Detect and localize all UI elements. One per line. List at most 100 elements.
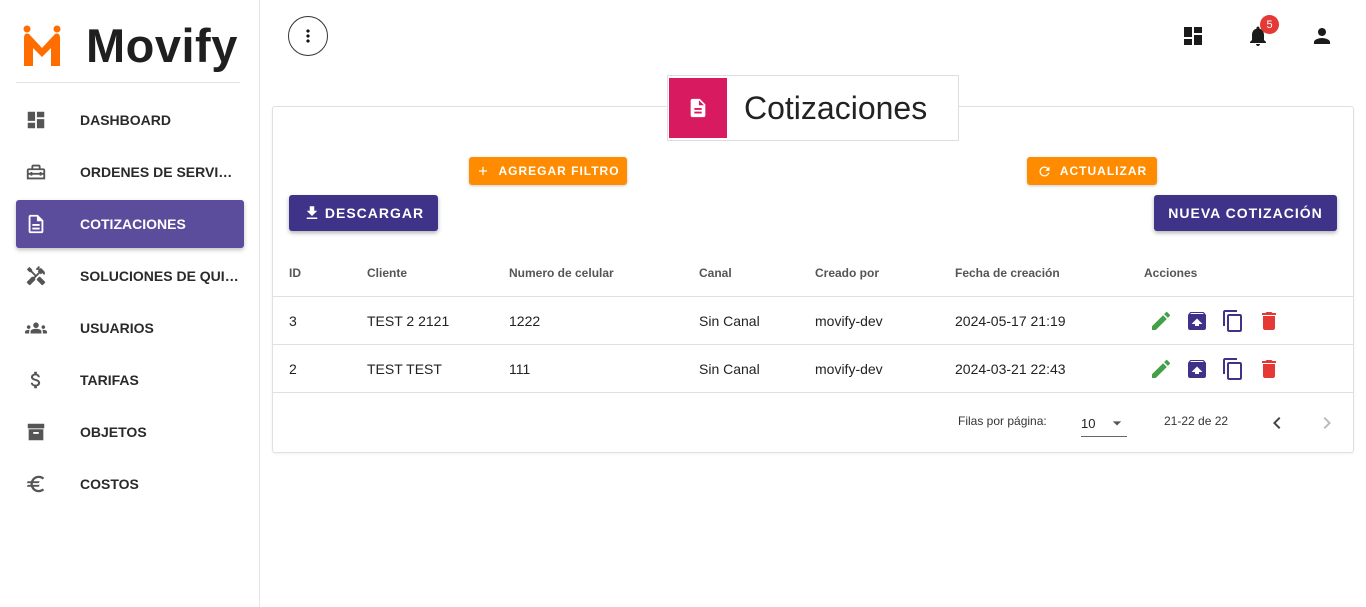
person-icon <box>1314 28 1330 44</box>
column-header: Acciones <box>1144 265 1198 280</box>
sidebar-nav: DASHBOARD ORDENES DE SERVICIO COTIZACION… <box>16 96 244 512</box>
edit-button[interactable] <box>1149 357 1173 381</box>
new-quote-button[interactable]: NUEVA COTIZACIÓN <box>1154 195 1337 231</box>
archive-icon <box>24 420 48 444</box>
euro-icon <box>24 472 48 496</box>
cell-celular: 111 <box>509 360 531 377</box>
archive-upload-icon <box>1188 311 1206 330</box>
refresh-button[interactable]: ACTUALIZAR <box>1027 157 1157 185</box>
group-icon <box>24 316 48 340</box>
sidebar-item-label: OBJETOS <box>80 424 147 440</box>
cell-id: 3 <box>289 312 297 329</box>
cell-celular: 1222 <box>509 312 541 329</box>
plus-icon <box>479 166 488 176</box>
brand-name: Movify <box>86 18 238 72</box>
caret-down-icon <box>1112 421 1122 426</box>
refresh-label: ACTUALIZAR <box>1059 164 1148 178</box>
column-header[interactable]: Canal <box>699 249 732 296</box>
copy-icon <box>1223 357 1242 380</box>
more-menu-button[interactable] <box>288 16 328 56</box>
sidebar-item-dashboard[interactable]: DASHBOARD <box>16 96 244 144</box>
card-header: Cotizaciones <box>667 75 959 141</box>
sidebar-item-ordenes[interactable]: ORDENES DE SERVICIO <box>16 148 244 196</box>
column-header[interactable]: ID <box>289 249 301 296</box>
copy-button[interactable] <box>1221 357 1245 381</box>
refresh-icon <box>1039 166 1050 176</box>
movify-logo-icon <box>23 25 61 66</box>
cell-fecha: 2024-05-17 21:19 <box>955 312 1066 329</box>
column-header[interactable]: Numero de celular <box>509 249 614 296</box>
delete-icon <box>1262 311 1276 330</box>
quotes-table: ID Cliente Numero de celular Canal Cread… <box>273 249 1353 393</box>
chevron-left-icon <box>1273 417 1281 429</box>
edit-icon <box>1152 359 1171 378</box>
copy-icon <box>1223 309 1242 332</box>
download-label: DESCARGAR <box>324 205 425 221</box>
cell-creado-por: movify-dev <box>815 312 883 329</box>
toolbox-icon <box>24 160 48 184</box>
sidebar-item-tarifas[interactable]: TARIFAS <box>16 356 244 404</box>
notifications-button[interactable]: 5 <box>1246 15 1279 48</box>
table-header-row: ID Cliente Numero de celular Canal Cread… <box>273 249 1353 297</box>
copy-button[interactable] <box>1221 309 1245 333</box>
delete-button[interactable] <box>1257 309 1281 333</box>
add-filter-button[interactable]: AGREGAR FILTRO <box>469 157 627 185</box>
edit-button[interactable] <box>1149 309 1173 333</box>
page-title: Cotizaciones <box>744 89 928 126</box>
dashboard-icon <box>1184 27 1202 45</box>
sidebar-item-objetos[interactable]: OBJETOS <box>16 408 244 456</box>
download-button[interactable]: DESCARGAR <box>289 195 438 231</box>
sidebar: Movify DASHBOARD ORDENES DE SERVICIO COT… <box>0 0 260 607</box>
sidebar-item-label: COSTOS <box>80 476 139 492</box>
pagination: Filas por página: 10 21-22 de 22 <box>273 398 1353 448</box>
column-header[interactable]: Fecha de creación <box>955 249 1060 296</box>
delete-button[interactable] <box>1257 357 1281 381</box>
column-header[interactable]: Creado por <box>815 249 879 296</box>
notifications-badge: 5 <box>1260 15 1279 34</box>
sidebar-item-soluciones[interactable]: SOLUCIONES DE QUIEBRES <box>16 252 244 300</box>
sidebar-item-label: COTIZACIONES <box>80 216 186 232</box>
sidebar-item-label: USUARIOS <box>80 320 154 336</box>
edit-icon <box>1152 311 1171 330</box>
rows-per-page-value: 10 <box>1081 415 1096 431</box>
dollar-icon <box>24 368 48 392</box>
column-header[interactable]: Cliente <box>367 249 407 296</box>
rows-per-page-label: Filas por página: <box>958 414 1047 428</box>
cell-fecha: 2024-03-21 22:43 <box>955 360 1066 377</box>
row-actions <box>1149 345 1293 392</box>
previous-page-button[interactable] <box>1265 411 1289 435</box>
delete-icon <box>1262 359 1276 378</box>
table-row[interactable]: 3 TEST 2 2121 1222 Sin Canal movify-dev … <box>273 297 1353 345</box>
dashboard-icon <box>24 108 48 132</box>
sidebar-item-costos[interactable]: COSTOS <box>16 460 244 508</box>
next-page-button[interactable] <box>1315 411 1339 435</box>
sidebar-item-usuarios[interactable]: USUARIOS <box>16 304 244 352</box>
cell-creado-por: movify-dev <box>815 360 883 377</box>
document-icon <box>24 212 48 236</box>
cell-id: 2 <box>289 360 297 377</box>
dashboard-shortcut-button[interactable] <box>1181 24 1205 48</box>
tools-icon <box>24 264 48 288</box>
table-row[interactable]: 2 TEST TEST 111 Sin Canal movify-dev 202… <box>273 345 1353 393</box>
sidebar-item-label: DASHBOARD <box>80 112 171 128</box>
user-menu-button[interactable] <box>1310 24 1334 48</box>
sidebar-item-label: ORDENES DE SERVICIO <box>80 164 240 180</box>
archive-button[interactable] <box>1185 309 1209 333</box>
more-vert-icon <box>306 29 310 43</box>
sidebar-item-label: TARIFAS <box>80 372 139 388</box>
rows-per-page-select[interactable]: 10 <box>1081 410 1127 437</box>
cell-canal: Sin Canal <box>699 360 760 377</box>
sidebar-item-label: SOLUCIONES DE QUIEBRES <box>80 268 240 284</box>
archive-button[interactable] <box>1185 357 1209 381</box>
sidebar-item-cotizaciones[interactable]: COTIZACIONES <box>16 200 244 248</box>
download-icon <box>306 206 318 219</box>
row-actions <box>1149 297 1293 344</box>
cell-canal: Sin Canal <box>699 312 760 329</box>
cell-cliente: TEST 2 2121 <box>367 312 450 329</box>
archive-upload-icon <box>1188 359 1206 378</box>
chevron-right-icon <box>1323 417 1331 429</box>
document-icon <box>669 78 727 138</box>
brand[interactable]: Movify <box>16 14 240 83</box>
new-quote-label: NUEVA COTIZACIÓN <box>1168 205 1323 221</box>
page-range: 21-22 de 22 <box>1164 414 1229 428</box>
